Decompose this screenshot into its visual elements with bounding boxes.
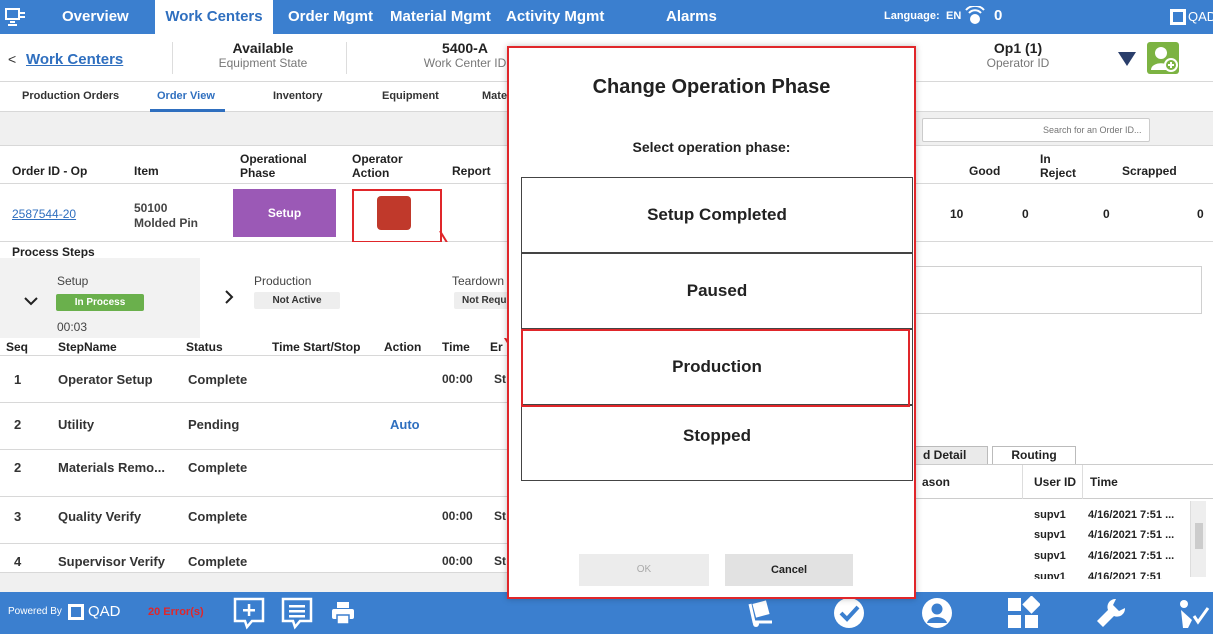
process-steps-title: Process Steps — [12, 245, 95, 259]
col-status[interactable]: Status — [186, 340, 223, 354]
add-comment-icon[interactable] — [232, 596, 266, 630]
detail-time: 4/16/2021 7:51 ... — [1088, 509, 1175, 521]
steps-table-footer — [0, 572, 510, 592]
step-extra: St — [494, 372, 506, 386]
step-row[interactable]: 2 Materials Remo... Complete — [0, 450, 510, 497]
step-status: Complete — [188, 460, 248, 475]
detail-user: supv1 — [1034, 509, 1066, 521]
stage-production-name: Production — [254, 274, 312, 288]
phase-option-paused[interactable]: Paused — [521, 253, 913, 329]
chevron-right-icon[interactable] — [224, 290, 234, 304]
chevron-down-icon[interactable] — [24, 296, 38, 306]
col-step-name[interactable]: StepName — [58, 340, 117, 354]
error-count-link[interactable]: 20 Error(s) — [148, 606, 204, 618]
stage-teardown-status: Not Requ — [454, 292, 514, 309]
col-extra[interactable]: Er — [490, 340, 503, 354]
change-operation-phase-dialog: Change Operation Phase Select operation … — [507, 46, 916, 599]
dialog-subtitle: Select operation phase: — [632, 139, 791, 155]
step-seq: 1 — [14, 372, 22, 387]
step-name: Quality Verify — [58, 509, 142, 524]
footer-brand: QAD — [88, 603, 121, 620]
step-seq: 3 — [14, 509, 22, 524]
col-action[interactable]: Action — [384, 340, 421, 354]
step-name: Supervisor Verify — [58, 554, 165, 569]
stage-production-status: Not Active — [254, 292, 340, 309]
step-time: 00:00 — [442, 372, 473, 386]
right-info-box — [910, 266, 1202, 314]
stage-setup-status: In Process — [56, 294, 144, 311]
step-seq: 2 — [14, 417, 22, 432]
detail-grid-header: ason User ID Time — [910, 465, 1213, 499]
detail-time: 4/16/2021 7:51 ... — [1088, 550, 1175, 562]
step-status: Pending — [188, 417, 240, 432]
step-time: 00:00 — [442, 554, 473, 568]
wrench-icon[interactable] — [1094, 596, 1128, 630]
tab-detail[interactable]: d Detail — [910, 446, 988, 464]
cancel-button[interactable]: Cancel — [725, 554, 853, 586]
ok-button[interactable]: OK — [579, 554, 709, 586]
step-row[interactable]: 1 Operator Setup Complete 00:00 St — [0, 356, 510, 403]
checkmark-circle-icon[interactable] — [832, 596, 866, 630]
operator-tools-icon[interactable] — [1178, 598, 1210, 630]
powered-by-label: Powered By — [8, 606, 62, 617]
step-status: Complete — [188, 554, 248, 569]
step-name: Utility — [58, 417, 95, 432]
dialog-title: Change Operation Phase — [592, 76, 831, 98]
stage-teardown-name: Teardown — [452, 274, 505, 288]
process-steps-panel: Process Steps Setup In Process 00:03 Pro… — [0, 242, 514, 338]
user-profile-icon[interactable] — [920, 596, 954, 630]
col-detail-time[interactable]: Time — [1090, 475, 1118, 489]
phase-option-setup-completed[interactable]: Setup Completed — [521, 177, 913, 253]
step-action-auto[interactable]: Auto — [390, 417, 420, 432]
phase-option-production[interactable]: Production — [521, 329, 913, 405]
step-name: Operator Setup — [58, 372, 153, 387]
material-move-icon[interactable] — [746, 598, 776, 628]
step-seq: 2 — [14, 460, 22, 475]
col-seq[interactable]: Seq — [6, 340, 28, 354]
col-time-start-stop[interactable]: Time Start/Stop — [272, 340, 360, 354]
step-row[interactable]: 3 Quality Verify Complete 00:00 St — [0, 497, 510, 544]
detail-scrollbar[interactable] — [1190, 501, 1206, 577]
detail-user: supv1 — [1034, 550, 1066, 562]
right-tabs: d Detail Routing — [910, 446, 1213, 464]
steps-table-header: Seq StepName Status Time Start/Stop Acti… — [0, 338, 510, 356]
detail-user: supv1 — [1034, 571, 1066, 579]
detail-time: 4/16/2021 7:51 — [1088, 571, 1163, 579]
step-extra: St — [494, 509, 506, 523]
stage-setup-time: 00:03 — [57, 320, 88, 334]
step-time: 00:00 — [442, 509, 473, 523]
stage-setup-name: Setup — [57, 274, 89, 288]
step-extra: St — [494, 554, 506, 568]
step-row[interactable]: 2 Utility Pending Auto — [0, 403, 510, 450]
divider — [1022, 465, 1023, 499]
print-icon[interactable] — [330, 600, 356, 626]
divider — [1082, 465, 1083, 499]
notes-icon[interactable] — [280, 596, 314, 630]
col-time[interactable]: Time — [442, 340, 470, 354]
stage-setup[interactable]: Setup In Process 00:03 — [0, 258, 200, 338]
step-status: Complete — [188, 509, 248, 524]
phase-option-stopped[interactable]: Stopped — [521, 405, 913, 481]
col-reason[interactable]: ason — [922, 475, 950, 489]
col-user-id[interactable]: User ID — [1034, 475, 1076, 489]
step-seq: 4 — [14, 554, 22, 569]
step-name: Materials Remo... — [58, 460, 165, 475]
detail-grid: ason User ID Time supv1 4/16/2021 7:51 .… — [910, 464, 1213, 584]
dashboard-tiles-icon[interactable] — [1006, 596, 1040, 630]
detail-time: 4/16/2021 7:51 ... — [1088, 529, 1175, 541]
detail-user: supv1 — [1034, 529, 1066, 541]
tab-routing[interactable]: Routing — [992, 446, 1076, 464]
step-status: Complete — [188, 372, 248, 387]
qad-logo-icon — [68, 604, 84, 620]
